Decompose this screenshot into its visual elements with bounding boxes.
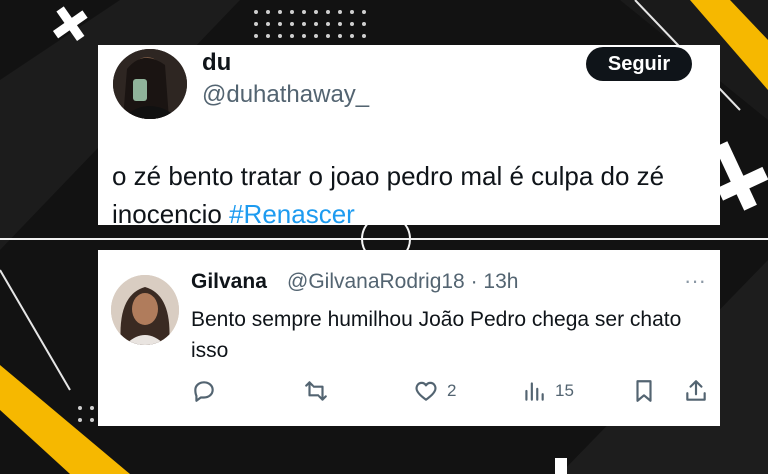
views-icon <box>525 382 544 401</box>
profile-photo-icon <box>111 275 179 345</box>
reply-text: Bento sempre humilhou João Pedro chega s… <box>191 308 682 362</box>
tweet-actions-bar: 2 15 <box>191 374 711 408</box>
retweet-icon <box>305 381 327 401</box>
reply-button[interactable] <box>191 374 217 408</box>
heart-icon <box>415 381 437 401</box>
views-count: 15 <box>555 381 574 400</box>
bookmark-icon <box>636 380 652 402</box>
more-dots-icon[interactable]: ··· <box>684 268 706 294</box>
reply-tweet-card[interactable]: Gilvana @GilvanaRodrig18 · 13h ··· Bento… <box>98 250 720 426</box>
tweet-text: o zé bento tratar o joao pedro mal é cul… <box>112 157 712 225</box>
reply-icon <box>194 381 214 402</box>
avatar[interactable] <box>113 49 187 119</box>
views-button[interactable]: 15 <box>521 374 574 408</box>
display-name[interactable]: du <box>202 49 231 77</box>
avatar[interactable] <box>111 275 179 345</box>
bookmark-button[interactable] <box>631 374 657 408</box>
share-icon <box>686 380 706 401</box>
tweet-text-body: o zé bento tratar o joao pedro mal é cul… <box>112 161 665 225</box>
follow-button[interactable]: Seguir <box>586 47 692 81</box>
retweet-button[interactable] <box>303 374 329 408</box>
user-handle-and-time[interactable]: @GilvanaRodrig18 · 13h <box>287 270 518 294</box>
like-count: 2 <box>447 381 457 400</box>
display-name[interactable]: Gilvana <box>191 270 267 294</box>
share-button[interactable] <box>683 374 709 408</box>
profile-photo-icon <box>113 49 187 119</box>
main-tweet-card[interactable]: du @duhathaway_ Seguir o zé bento tratar… <box>98 45 720 225</box>
hashtag-link[interactable]: #Renascer <box>229 199 355 225</box>
user-handle[interactable]: @duhathaway_ <box>202 81 369 109</box>
like-button[interactable]: 2 <box>413 374 456 408</box>
